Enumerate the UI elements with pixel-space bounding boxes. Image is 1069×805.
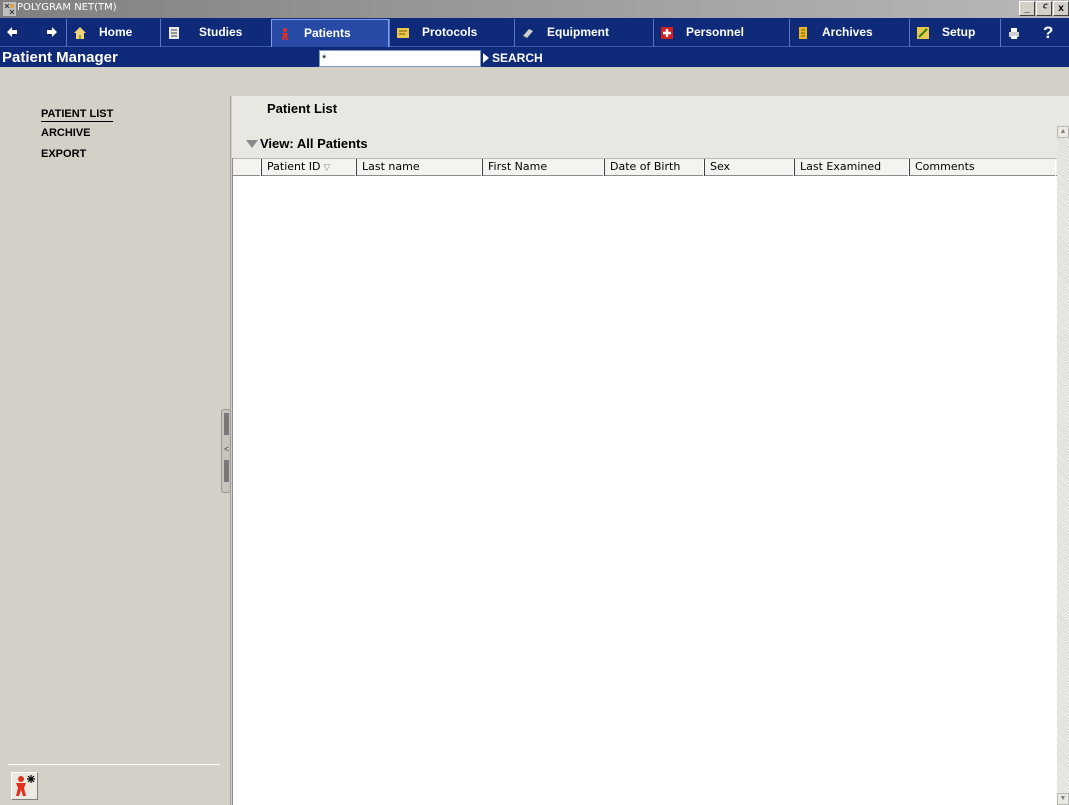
column-header-date-of-birth[interactable]: Date of Birth [604,159,704,176]
help-icon: ? [1043,23,1054,42]
personnel-icon [661,27,673,39]
column-label: Date of Birth [610,160,681,173]
column-header-sex[interactable]: Sex [704,159,794,176]
search-button-label: SEARCH [492,51,543,65]
view-label: View: All Patients [260,136,368,151]
sidebar-item-export[interactable]: EXPORT [41,148,86,160]
column-header-comments[interactable]: Comments [909,159,1056,176]
splitter-grip [224,413,229,435]
search-button[interactable]: SEARCH [483,50,543,67]
column-label: Last name [362,160,420,173]
tab-setup-label: Setup [942,25,976,39]
tab-home-label: Home [99,25,133,39]
print-button[interactable] [1000,19,1030,47]
protocols-icon [397,28,409,38]
column-label: Last Examined [800,160,882,173]
search-input[interactable] [319,50,481,67]
sidebar-divider [8,764,220,765]
setup-icon [917,27,929,39]
tab-archives[interactable]: Archives [789,19,909,47]
sidebar-item-archive[interactable]: ARCHIVE [41,127,91,139]
module-bar: Patient Manager SEARCH [0,48,1069,67]
restore-button[interactable]: ꟲ [1036,1,1052,16]
view-toggle[interactable]: View: All Patients [246,136,368,151]
new-patient-button[interactable] [11,772,38,800]
column-header-first-name[interactable]: First Name [482,159,604,176]
studies-icon [169,27,179,39]
expand-triangle-icon [246,140,258,148]
tab-archives-label: Archives [822,25,873,39]
tab-personnel-label: Personnel [686,25,745,39]
panel-splitter[interactable]: < [221,409,231,493]
help-button[interactable]: ? [1030,19,1069,47]
play-arrow-icon [483,53,489,63]
tab-setup[interactable]: Setup [909,19,1000,47]
sidebar-item-patient-list[interactable]: PATIENT LIST [41,108,114,122]
module-title: Patient Manager [2,49,118,66]
nav-tabs: Home Studies Patients Protocols Equipmen… [0,18,1069,47]
column-label: Comments [915,160,975,173]
close-button[interactable]: x [1053,1,1069,16]
tab-equipment[interactable]: Equipment [514,19,653,47]
tab-studies[interactable]: Studies [160,19,268,47]
tab-patients-label: Patients [304,26,351,40]
new-patient-icon [16,775,35,796]
column-label: First Name [488,160,548,173]
tab-studies-label: Studies [199,25,243,39]
collapse-arrow-icon[interactable]: < [224,444,229,454]
home-icon [74,27,86,39]
equipment-icon [522,29,533,39]
tab-home[interactable]: Home [66,19,160,47]
column-header-last-examined[interactable]: Last Examined [794,159,909,176]
window-controls: _ ꟲ x [1018,1,1069,17]
patient-table: Patient ID ▽ Last name First Name Date of… [232,158,1058,805]
title-bar: POLYGRAM NET(TM) _ ꟲ x [0,0,1069,18]
back-arrow-icon[interactable] [0,18,24,47]
tab-protocols-label: Protocols [422,25,478,39]
print-icon [1009,28,1019,39]
forward-arrow-icon[interactable] [40,18,64,47]
minimize-button[interactable]: _ [1019,1,1035,16]
app-icon [3,2,16,16]
app-window: POLYGRAM NET(TM) _ ꟲ x Home Studies Pati… [0,0,1069,805]
tab-protocols[interactable]: Protocols [389,19,514,47]
row-selector-header[interactable] [233,159,261,176]
sort-descending-icon: ▽ [323,163,331,173]
archives-icon [799,27,807,39]
column-header-patient-id[interactable]: Patient ID ▽ [261,159,356,176]
column-label: Patient ID [267,160,321,173]
scroll-up-button[interactable]: ▲ [1057,126,1069,138]
page-title: Patient List [267,101,338,116]
scroll-down-button[interactable]: ▼ [1057,793,1069,805]
tab-equipment-label: Equipment [547,25,609,39]
tab-patients[interactable]: Patients [271,19,389,47]
column-label: Sex [710,160,731,173]
table-header: Patient ID ▽ Last name First Name Date of… [233,158,1058,176]
patient-icon [282,28,288,40]
splitter-grip [224,460,229,482]
main-panel: Patient List View: All Patients Patient … [232,96,1069,805]
column-header-last-name[interactable]: Last name [356,159,482,176]
vertical-scrollbar[interactable]: ▲ ▼ [1057,126,1069,805]
nav-bar: Home Studies Patients Protocols Equipmen… [0,18,1069,67]
window-title: POLYGRAM NET(TM) [17,2,117,13]
sidebar: PATIENT LIST ARCHIVE EXPORT [0,96,231,805]
tab-personnel[interactable]: Personnel [653,19,789,47]
